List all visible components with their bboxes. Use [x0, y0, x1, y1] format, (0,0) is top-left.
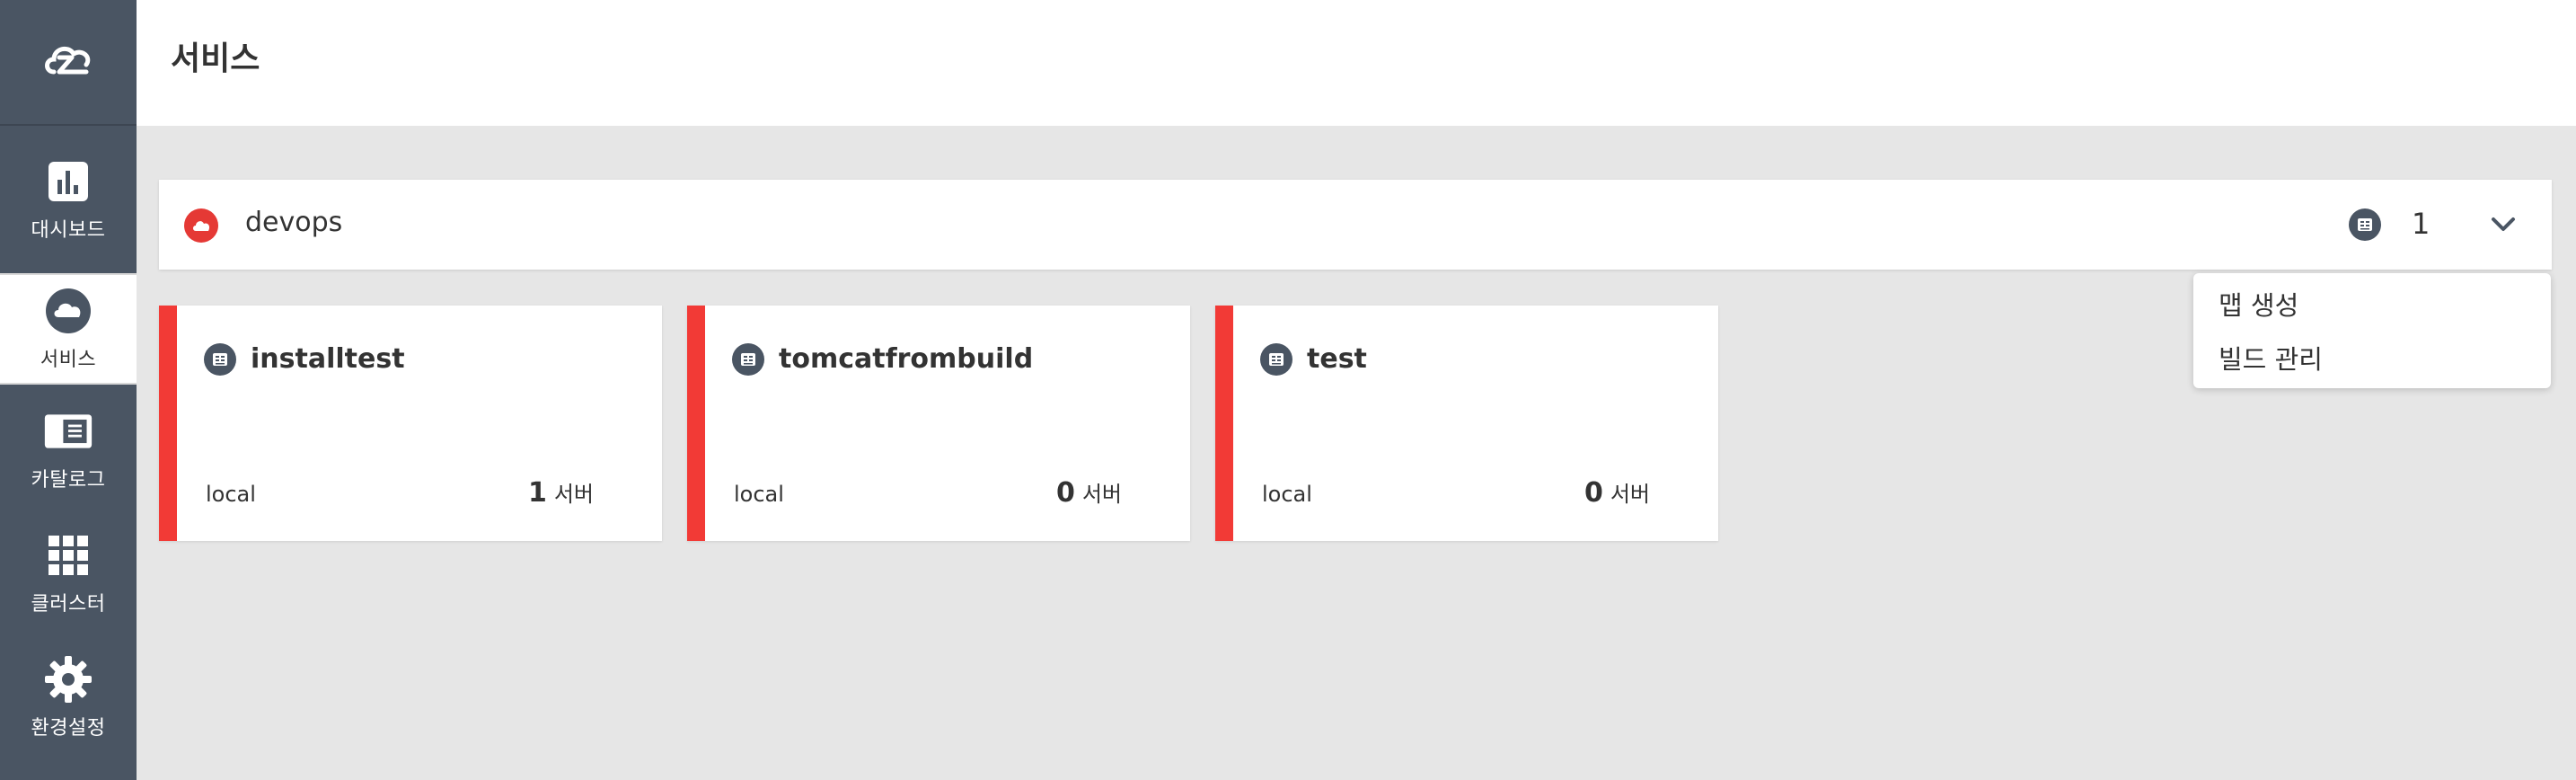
- card-server-count: 0 서버: [1056, 476, 1122, 509]
- card-server-count: 0 서버: [1584, 476, 1650, 509]
- server-icon: [204, 343, 236, 376]
- chevron-down-icon[interactable]: [2485, 207, 2521, 243]
- app-logo[interactable]: [0, 0, 137, 126]
- gear-icon: [43, 654, 93, 705]
- bar-chart-icon: [43, 156, 93, 207]
- server-count-value: 0: [1055, 477, 1075, 509]
- sidebar-item-settings[interactable]: 환경설정: [0, 642, 137, 753]
- logo-icon: [41, 38, 95, 86]
- sidebar-item-catalog[interactable]: 카탈로그: [0, 394, 137, 505]
- server-icon: [2349, 208, 2381, 241]
- page-header: 서비스: [137, 0, 2576, 126]
- card-title: installtest: [251, 343, 405, 375]
- sidebar-item-dashboard[interactable]: 대시보드: [0, 144, 137, 255]
- cloud-icon: [184, 208, 218, 243]
- card-title: test: [1307, 343, 1367, 375]
- server-icon: [1260, 343, 1292, 376]
- catalog-icon: [43, 406, 93, 456]
- server-count-label: 서버: [1610, 482, 1650, 507]
- sidebar-item-label: 대시보드: [31, 219, 106, 242]
- status-accent: [159, 306, 177, 541]
- sidebar: 대시보드 서비스 카탈로그 클러스터 환경설정: [0, 0, 137, 780]
- cloud-icon: [43, 286, 93, 336]
- sidebar-item-label: 카탈로그: [31, 469, 106, 492]
- server-count-value: 0: [1584, 477, 1603, 509]
- sidebar-item-label: 클러스터: [31, 593, 106, 616]
- service-name: devops: [245, 207, 343, 238]
- service-map-card[interactable]: test local 0 서버: [1215, 306, 1718, 541]
- menu-item-create-map[interactable]: 맵 생성: [2193, 284, 2551, 338]
- service-map-count: 1: [2412, 207, 2430, 241]
- card-environment: local: [1262, 482, 1312, 507]
- sidebar-item-cluster[interactable]: 클러스터: [0, 518, 137, 629]
- service-dropdown-menu: 맵 생성 빌드 관리: [2193, 273, 2551, 388]
- status-accent: [1215, 306, 1233, 541]
- service-map-card[interactable]: tomcatfrombuild local 0 서버: [687, 306, 1190, 541]
- server-count-label: 서버: [1081, 482, 1122, 507]
- server-count-value: 1: [527, 477, 547, 509]
- service-map-card[interactable]: installtest local 1 서버: [159, 306, 662, 541]
- grid-icon: [43, 530, 93, 581]
- server-count-label: 서버: [553, 482, 594, 507]
- card-server-count: 1 서버: [528, 476, 594, 509]
- page-title: 서비스: [171, 40, 260, 77]
- service-group-header[interactable]: devops 1: [159, 180, 2552, 270]
- sidebar-item-label: 환경설정: [31, 717, 106, 740]
- card-title: tomcatfrombuild: [779, 343, 1034, 375]
- sidebar-item-service[interactable]: 서비스: [0, 273, 137, 385]
- sidebar-item-label: 서비스: [40, 349, 97, 371]
- server-icon: [732, 343, 764, 376]
- card-environment: local: [206, 482, 256, 507]
- menu-item-build-management[interactable]: 빌드 관리: [2193, 338, 2551, 392]
- status-accent: [687, 306, 705, 541]
- card-environment: local: [734, 482, 784, 507]
